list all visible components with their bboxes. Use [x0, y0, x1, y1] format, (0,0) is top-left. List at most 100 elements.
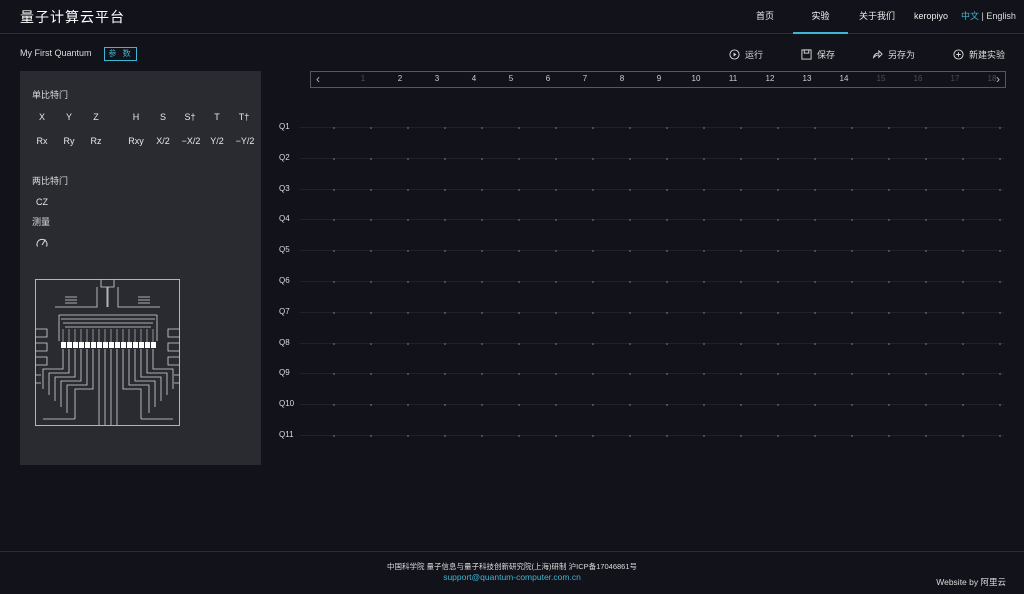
gate-slot[interactable] [629, 249, 631, 252]
qubit-wire[interactable] [300, 373, 1004, 374]
gate-slot[interactable] [999, 126, 1001, 129]
gate-slot[interactable] [814, 372, 816, 375]
qubit-wire[interactable] [300, 312, 1004, 313]
app-title[interactable]: 量子计算云平台 [20, 7, 125, 27]
gate-slot[interactable] [629, 372, 631, 375]
gate-slot[interactable] [333, 342, 335, 345]
gate-slot[interactable] [925, 218, 927, 221]
gate-slot[interactable] [777, 403, 779, 406]
gate-slot[interactable] [666, 280, 668, 283]
gate-slot[interactable] [370, 280, 372, 283]
gate-slot[interactable] [666, 157, 668, 160]
gate-slot[interactable] [888, 218, 890, 221]
gate-slot[interactable] [555, 157, 557, 160]
gate-slot[interactable] [518, 403, 520, 406]
gate-slot[interactable] [814, 311, 816, 314]
gate-slot[interactable] [703, 403, 705, 406]
gate-slot[interactable] [999, 218, 1001, 221]
gate-slot[interactable] [481, 372, 483, 375]
gate-slot[interactable] [444, 311, 446, 314]
lang-chinese[interactable]: 中文 [961, 11, 979, 21]
gate-slot[interactable] [666, 126, 668, 129]
gate-slot[interactable] [518, 218, 520, 221]
gate-slot[interactable] [740, 280, 742, 283]
gate-slot[interactable] [703, 188, 705, 191]
gate-slot[interactable] [962, 157, 964, 160]
gate-slot[interactable] [555, 311, 557, 314]
gate-slot[interactable] [370, 403, 372, 406]
gate-slot[interactable] [333, 218, 335, 221]
gate-slot[interactable] [333, 280, 335, 283]
gate-slot[interactable] [888, 403, 890, 406]
gate-slot[interactable] [370, 126, 372, 129]
gate-slot[interactable] [666, 342, 668, 345]
gate-slot[interactable] [407, 249, 409, 252]
gate-slot[interactable] [481, 188, 483, 191]
gate-slot[interactable] [999, 280, 1001, 283]
gate-slot[interactable] [703, 249, 705, 252]
gate-slot[interactable] [592, 188, 594, 191]
gate-slot[interactable] [555, 372, 557, 375]
save-as-button[interactable]: 另存为 [872, 46, 915, 62]
gate-slot[interactable] [333, 403, 335, 406]
gate-y[interactable]: Y [56, 110, 82, 124]
gate-slot[interactable] [740, 311, 742, 314]
gate-slot[interactable] [370, 218, 372, 221]
gate-slot[interactable] [962, 372, 964, 375]
gate-slot[interactable] [666, 403, 668, 406]
gate-slot[interactable] [518, 311, 520, 314]
gate-slot[interactable] [444, 249, 446, 252]
gate-slot[interactable] [629, 188, 631, 191]
gate-slot[interactable] [370, 434, 372, 437]
gate-slot[interactable] [370, 157, 372, 160]
gate-slot[interactable] [629, 311, 631, 314]
gate-slot[interactable] [740, 188, 742, 191]
gate-slot[interactable] [370, 311, 372, 314]
gate-slot[interactable] [999, 434, 1001, 437]
gate-slot[interactable] [851, 403, 853, 406]
gate-slot[interactable] [592, 218, 594, 221]
gate-slot[interactable] [888, 372, 890, 375]
gate-slot[interactable] [407, 342, 409, 345]
gate-slot[interactable] [777, 249, 779, 252]
gate-slot[interactable] [518, 249, 520, 252]
gate-slot[interactable] [333, 311, 335, 314]
gate-slot[interactable] [592, 311, 594, 314]
gate-slot[interactable] [481, 218, 483, 221]
gate-slot[interactable] [518, 188, 520, 191]
gate-neg-y-half[interactable]: −Y/2 [231, 134, 259, 148]
gate-slot[interactable] [370, 342, 372, 345]
gate-slot[interactable] [555, 126, 557, 129]
save-button[interactable]: 保存 [801, 46, 835, 62]
gate-slot[interactable] [555, 403, 557, 406]
gate-slot[interactable] [888, 342, 890, 345]
gate-slot[interactable] [444, 434, 446, 437]
gate-slot[interactable] [592, 434, 594, 437]
nav-home[interactable]: 首页 [745, 0, 785, 34]
gate-slot[interactable] [370, 249, 372, 252]
gate-slot[interactable] [407, 126, 409, 129]
gate-slot[interactable] [518, 126, 520, 129]
gate-slot[interactable] [666, 249, 668, 252]
gate-slot[interactable] [851, 434, 853, 437]
gate-slot[interactable] [888, 311, 890, 314]
gate-s-dagger[interactable]: S† [177, 110, 203, 124]
gate-slot[interactable] [740, 249, 742, 252]
gate-slot[interactable] [444, 342, 446, 345]
gate-slot[interactable] [703, 126, 705, 129]
gate-slot[interactable] [888, 188, 890, 191]
gate-slot[interactable] [962, 126, 964, 129]
gate-slot[interactable] [703, 311, 705, 314]
gate-slot[interactable] [407, 218, 409, 221]
gate-slot[interactable] [814, 434, 816, 437]
gate-ry[interactable]: Ry [56, 134, 82, 148]
qubit-wire[interactable] [300, 435, 1004, 436]
gate-slot[interactable] [555, 342, 557, 345]
gate-slot[interactable] [925, 403, 927, 406]
gate-slot[interactable] [962, 342, 964, 345]
gate-y-half[interactable]: Y/2 [204, 134, 230, 148]
gate-slot[interactable] [444, 157, 446, 160]
gate-slot[interactable] [851, 280, 853, 283]
gate-slot[interactable] [777, 157, 779, 160]
gate-slot[interactable] [851, 372, 853, 375]
